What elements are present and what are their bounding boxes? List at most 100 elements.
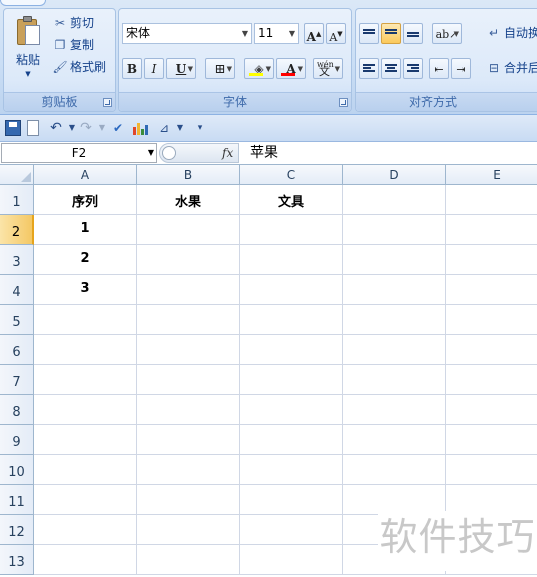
cell-a11[interactable]: [34, 485, 137, 515]
row-header-11[interactable]: 11: [0, 485, 34, 515]
office-button-edge[interactable]: [0, 0, 46, 6]
align-top-button[interactable]: [359, 23, 379, 44]
chevron-down-icon[interactable]: ▼: [148, 144, 154, 162]
chart-icon[interactable]: [132, 120, 148, 136]
column-header-e[interactable]: E: [446, 165, 537, 185]
cell-b10[interactable]: [137, 455, 240, 485]
font-name-combo[interactable]: 宋体 ▼: [122, 23, 252, 44]
cell-a6[interactable]: [34, 335, 137, 365]
cell-c9[interactable]: [240, 425, 343, 455]
cell-a3[interactable]: 2: [34, 245, 137, 275]
copy-button[interactable]: ❐ 复制: [52, 35, 94, 55]
decrease-indent-button[interactable]: ⇤: [429, 58, 449, 79]
cell-a13[interactable]: [34, 545, 137, 575]
cell-c2[interactable]: [240, 215, 343, 245]
row-header-2[interactable]: 2: [0, 215, 34, 245]
paste-button[interactable]: 粘贴 ▼: [10, 13, 46, 87]
cut-button[interactable]: ✂ 剪切: [52, 13, 94, 33]
column-header-a[interactable]: A: [34, 165, 137, 185]
row-header-5[interactable]: 5: [0, 305, 34, 335]
cell-d1[interactable]: [343, 185, 446, 215]
cell-c6[interactable]: [240, 335, 343, 365]
row-header-1[interactable]: 1: [0, 185, 34, 215]
cell-d10[interactable]: [343, 455, 446, 485]
cell-e9[interactable]: [446, 425, 537, 455]
cell-e8[interactable]: [446, 395, 537, 425]
cell-b13[interactable]: [137, 545, 240, 575]
save-icon[interactable]: [5, 120, 21, 136]
cell-b3[interactable]: [137, 245, 240, 275]
cell-e4[interactable]: [446, 275, 537, 305]
select-all-button[interactable]: [0, 165, 34, 185]
wrap-text-button[interactable]: ↵ 自动换: [486, 23, 537, 43]
cell-c13[interactable]: [240, 545, 343, 575]
cell-d7[interactable]: [343, 365, 446, 395]
cell-a5[interactable]: [34, 305, 137, 335]
cell-a4[interactable]: 3: [34, 275, 137, 305]
cell-e6[interactable]: [446, 335, 537, 365]
column-header-b[interactable]: B: [137, 165, 240, 185]
sort-icon[interactable]: ⊿: [156, 120, 172, 136]
cell-a12[interactable]: [34, 515, 137, 545]
row-header-13[interactable]: 13: [0, 545, 34, 575]
format-painter-button[interactable]: 🖌 格式刷: [52, 57, 106, 77]
cell-e7[interactable]: [446, 365, 537, 395]
redo-icon[interactable]: ↷: [78, 120, 94, 136]
italic-button[interactable]: I: [144, 58, 164, 79]
fill-color-button[interactable]: ◈ ▼: [244, 58, 274, 79]
insert-function-button[interactable]: fx: [222, 144, 233, 162]
cell-b4[interactable]: [137, 275, 240, 305]
cell-d3[interactable]: [343, 245, 446, 275]
chevron-down-icon[interactable]: ▼: [242, 24, 248, 43]
cell-c8[interactable]: [240, 395, 343, 425]
align-bottom-button[interactable]: [403, 23, 423, 44]
cell-b11[interactable]: [137, 485, 240, 515]
grow-font-button[interactable]: A▲: [304, 23, 324, 44]
resize-handle-icon[interactable]: [162, 146, 176, 160]
formula-input[interactable]: 苹果: [244, 143, 537, 163]
customize-toolbar-icon[interactable]: ▾: [192, 120, 208, 136]
border-button[interactable]: ⊞ ▼: [205, 58, 235, 79]
cell-b9[interactable]: [137, 425, 240, 455]
row-header-9[interactable]: 9: [0, 425, 34, 455]
cell-a10[interactable]: [34, 455, 137, 485]
cell-d5[interactable]: [343, 305, 446, 335]
row-header-3[interactable]: 3: [0, 245, 34, 275]
cell-b12[interactable]: [137, 515, 240, 545]
cell-b6[interactable]: [137, 335, 240, 365]
spell-check-icon[interactable]: ✔: [110, 120, 126, 136]
cell-c12[interactable]: [240, 515, 343, 545]
column-header-c[interactable]: C: [240, 165, 343, 185]
increase-indent-button[interactable]: ⇥: [451, 58, 471, 79]
cell-e2[interactable]: [446, 215, 537, 245]
shrink-font-button[interactable]: A▼: [326, 23, 346, 44]
merge-center-button[interactable]: ⊟ 合并后: [486, 58, 537, 78]
orientation-button[interactable]: ab↗ ▼: [432, 23, 462, 44]
cell-c5[interactable]: [240, 305, 343, 335]
undo-icon[interactable]: ↶: [48, 120, 64, 136]
cell-b7[interactable]: [137, 365, 240, 395]
align-center-button[interactable]: [381, 58, 401, 79]
row-header-7[interactable]: 7: [0, 365, 34, 395]
cell-e3[interactable]: [446, 245, 537, 275]
font-dialog-launcher-icon[interactable]: [339, 98, 348, 107]
column-header-d[interactable]: D: [343, 165, 446, 185]
align-left-button[interactable]: [359, 58, 379, 79]
row-header-12[interactable]: 12: [0, 515, 34, 545]
underline-button[interactable]: U ▼: [166, 58, 196, 79]
phonetic-button[interactable]: wén 文 ▼: [313, 58, 343, 79]
row-header-6[interactable]: 6: [0, 335, 34, 365]
redo-dropdown-icon[interactable]: ▼: [94, 120, 110, 136]
cell-c10[interactable]: [240, 455, 343, 485]
cell-e5[interactable]: [446, 305, 537, 335]
cell-d2[interactable]: [343, 215, 446, 245]
sort-dropdown-icon[interactable]: ▼: [172, 120, 188, 136]
chevron-down-icon[interactable]: ▼: [289, 24, 295, 43]
cell-d6[interactable]: [343, 335, 446, 365]
cell-d4[interactable]: [343, 275, 446, 305]
new-document-icon[interactable]: [27, 120, 39, 136]
cell-e10[interactable]: [446, 455, 537, 485]
align-right-button[interactable]: [403, 58, 423, 79]
cell-a8[interactable]: [34, 395, 137, 425]
align-middle-button[interactable]: [381, 23, 401, 44]
